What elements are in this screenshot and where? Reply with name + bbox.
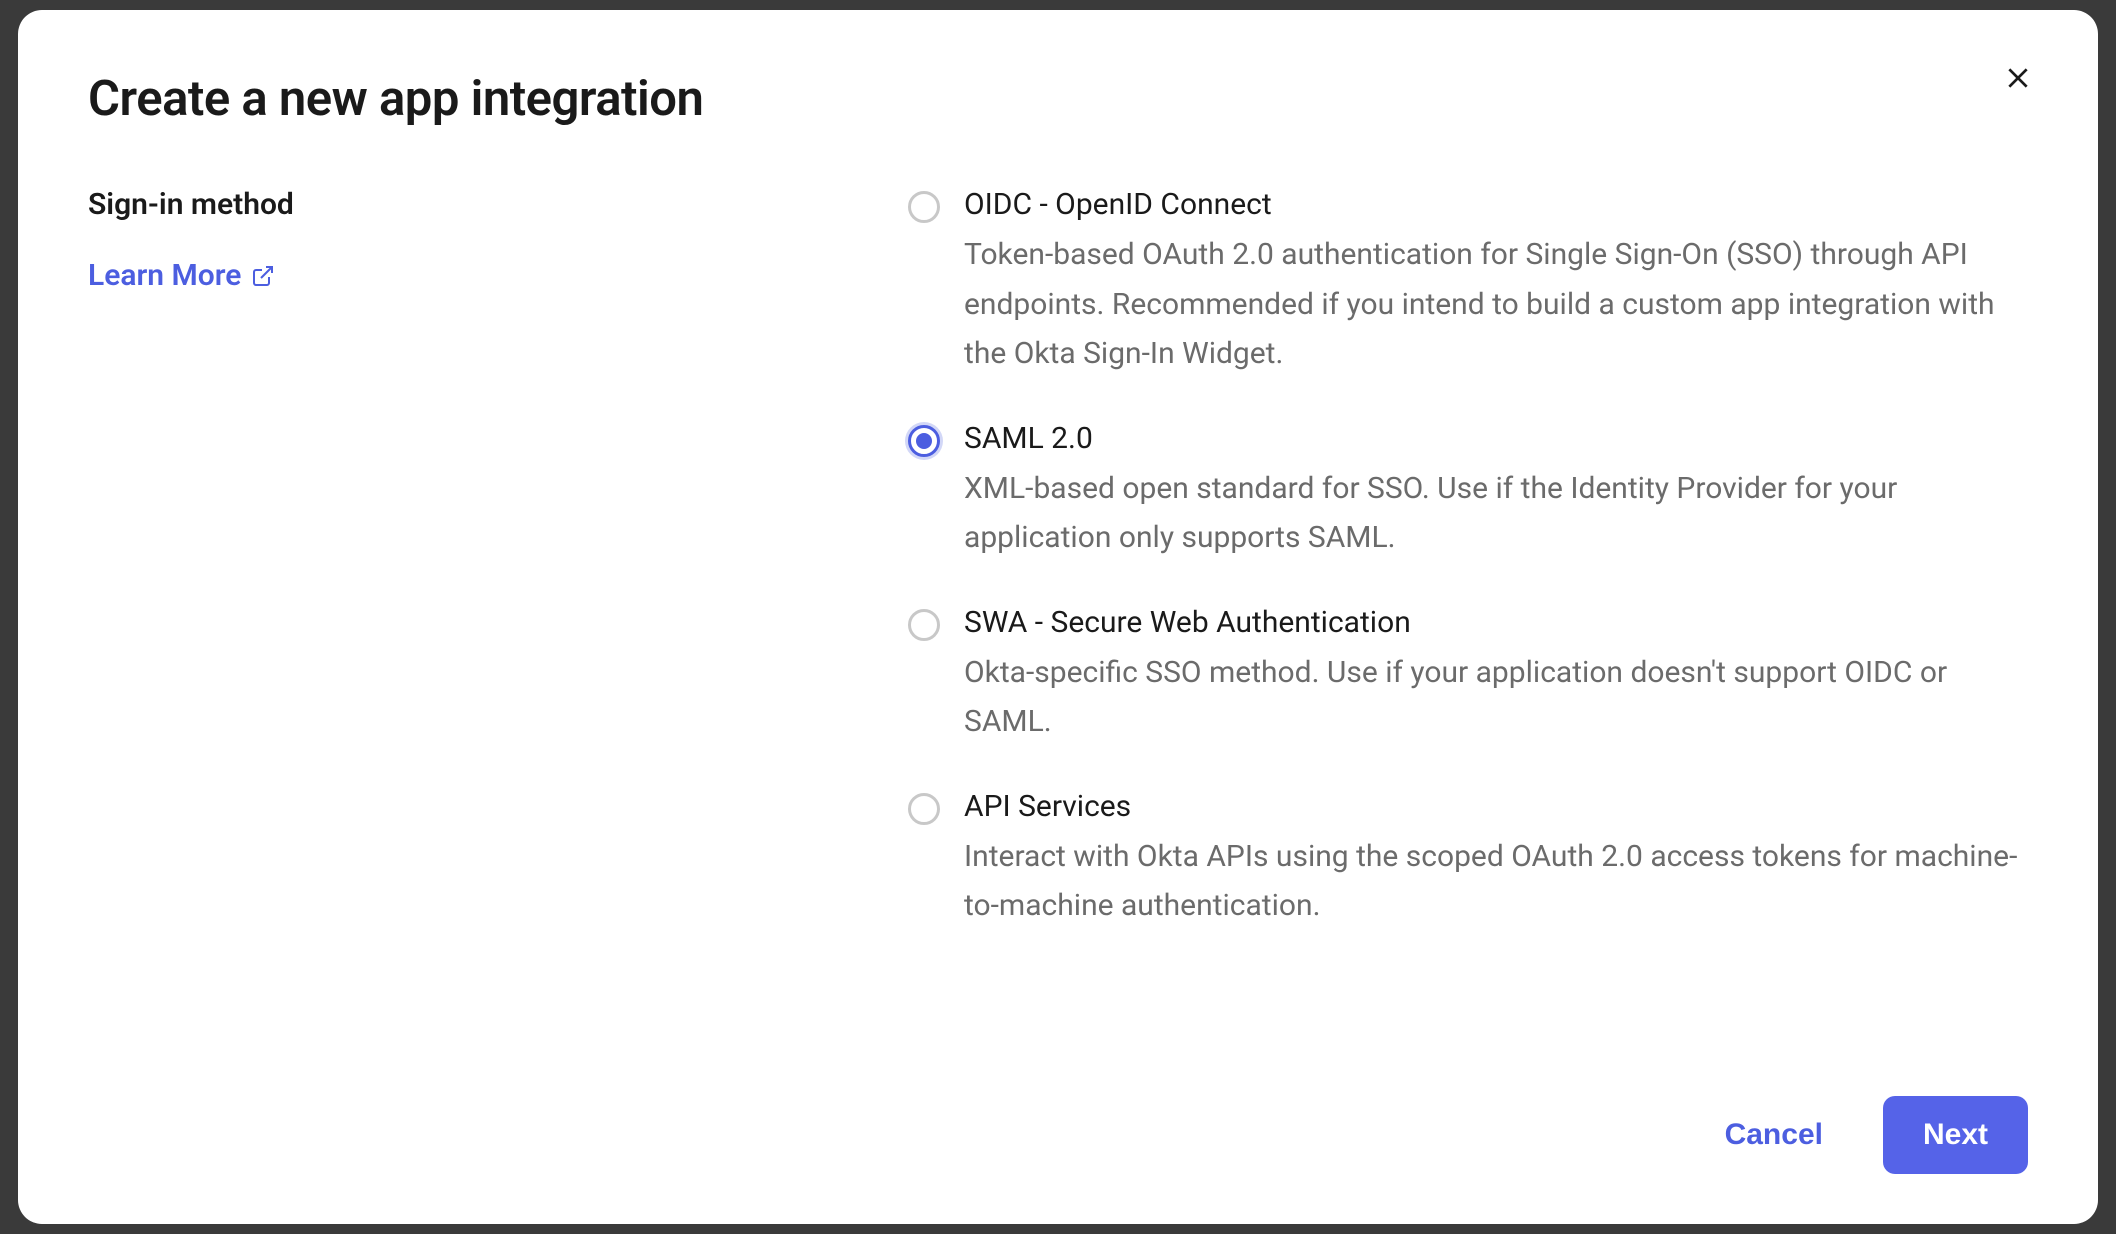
radio-indicator (908, 793, 940, 825)
option-description: Interact with Okta APIs using the scoped… (964, 832, 2028, 931)
sign-in-method-radio-group: OIDC - OpenID Connect Token-based OAuth … (908, 187, 2028, 931)
option-title: SWA - Secure Web Authentication (964, 605, 2028, 640)
radio-option-swa[interactable]: SWA - Secure Web Authentication Okta-spe… (908, 605, 2028, 747)
option-title: SAML 2.0 (964, 421, 2028, 456)
close-button[interactable] (1998, 58, 2038, 98)
modal-footer: Cancel Next (88, 1096, 2028, 1174)
option-description: Token-based OAuth 2.0 authentication for… (964, 230, 2028, 379)
radio-indicator (908, 425, 940, 457)
radio-indicator (908, 191, 940, 223)
section-label: Sign-in method (88, 187, 888, 222)
left-column: Sign-in method Learn More (88, 187, 888, 1056)
option-text: API Services Interact with Okta APIs usi… (964, 789, 2028, 931)
next-button[interactable]: Next (1883, 1096, 2028, 1174)
learn-more-label: Learn More (88, 258, 241, 293)
option-text: SWA - Secure Web Authentication Okta-spe… (964, 605, 2028, 747)
radio-indicator (908, 609, 940, 641)
radio-option-api-services[interactable]: API Services Interact with Okta APIs usi… (908, 789, 2028, 931)
radio-option-oidc[interactable]: OIDC - OpenID Connect Token-based OAuth … (908, 187, 2028, 379)
option-text: OIDC - OpenID Connect Token-based OAuth … (964, 187, 2028, 379)
create-app-integration-modal: Create a new app integration Sign-in met… (18, 10, 2098, 1224)
radio-option-saml[interactable]: SAML 2.0 XML-based open standard for SSO… (908, 421, 2028, 563)
modal-title: Create a new app integration (88, 70, 2028, 127)
cancel-button[interactable]: Cancel (1705, 1108, 1843, 1162)
option-text: SAML 2.0 XML-based open standard for SSO… (964, 421, 2028, 563)
right-column: OIDC - OpenID Connect Token-based OAuth … (908, 187, 2028, 1056)
option-title: API Services (964, 789, 2028, 824)
option-description: XML-based open standard for SSO. Use if … (964, 464, 2028, 563)
option-title: OIDC - OpenID Connect (964, 187, 2028, 222)
learn-more-link[interactable]: Learn More (88, 258, 275, 293)
close-icon (2005, 65, 2031, 91)
option-description: Okta-specific SSO method. Use if your ap… (964, 648, 2028, 747)
modal-content: Sign-in method Learn More OIDC - OpenID … (88, 187, 2028, 1056)
external-link-icon (251, 264, 275, 288)
